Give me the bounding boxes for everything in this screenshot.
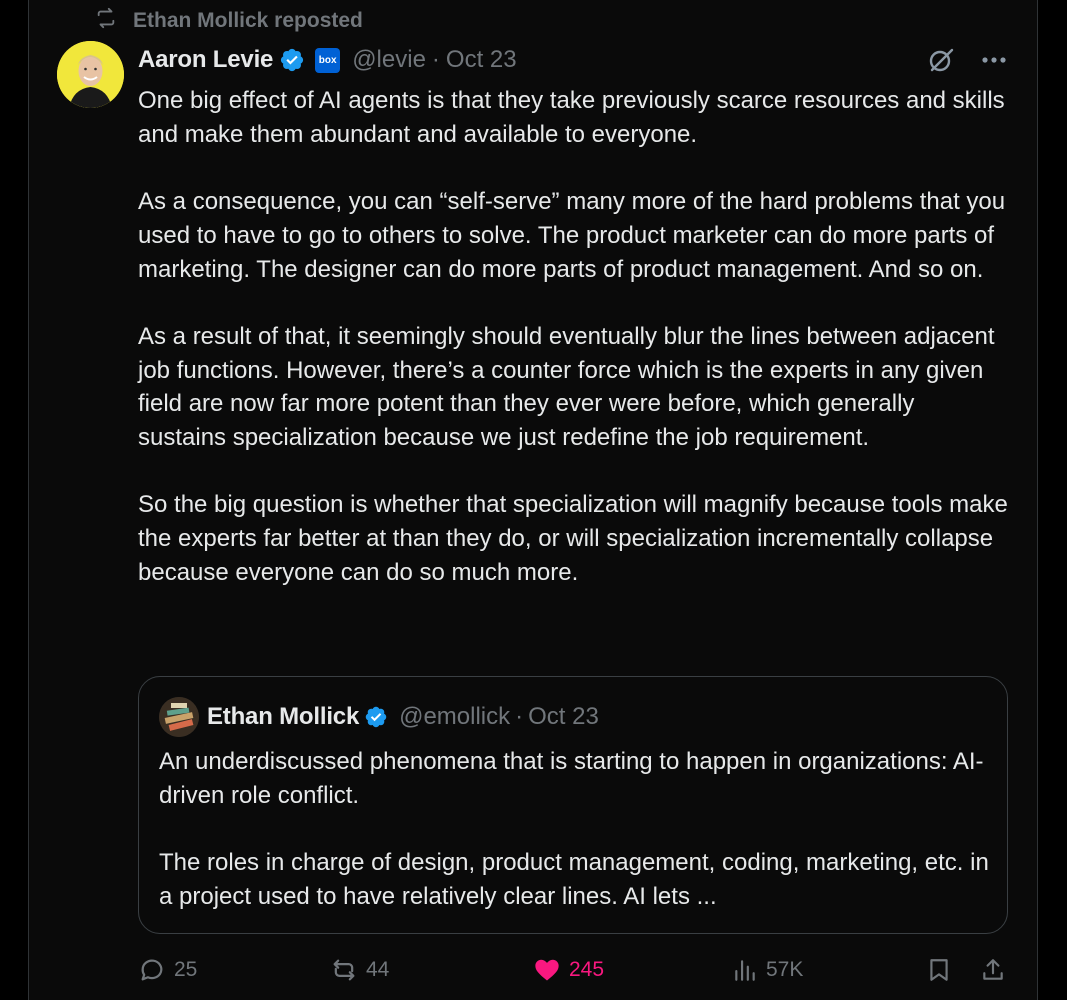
quoted-post-body: An underdiscussed phenomena that is star…	[159, 748, 989, 910]
separator-dot: ·	[431, 46, 440, 73]
post-date[interactable]: Oct 23	[446, 46, 517, 74]
reply-count: 25	[174, 958, 198, 981]
reply-icon	[138, 956, 166, 984]
quoted-author-avatar[interactable]	[159, 697, 199, 737]
bookmark-icon	[926, 956, 952, 984]
quoted-post-header: Ethan Mollick @emollick · Oct 23	[207, 701, 599, 733]
reply-button[interactable]: 25	[138, 956, 197, 984]
action-bar: 25 44 245 57K	[138, 952, 1008, 992]
verified-icon[interactable]	[279, 47, 305, 73]
author-name[interactable]: Aaron Levie	[138, 46, 273, 74]
post-header: Aaron Levie box @levie · Oct 23	[138, 44, 517, 76]
bookmark-button[interactable]	[926, 956, 952, 984]
repost-label: Ethan Mollick reposted	[133, 9, 363, 32]
like-count: 245	[569, 958, 605, 981]
repost-icon	[95, 7, 117, 35]
views-button[interactable]: 57K	[732, 956, 803, 984]
like-button[interactable]: 245	[533, 956, 604, 984]
affiliate-badge[interactable]: box	[315, 47, 341, 73]
author-avatar[interactable]	[57, 41, 124, 108]
quoted-author-name[interactable]: Ethan Mollick	[207, 703, 359, 731]
repost-button[interactable]: 44	[330, 956, 389, 984]
repost-icon	[330, 956, 358, 984]
share-icon	[980, 956, 1006, 984]
post-body: One big effect of AI agents is that they…	[138, 87, 1008, 586]
quoted-post[interactable]: Ethan Mollick @emollick · Oct 23 An unde…	[138, 676, 1008, 934]
heart-icon	[533, 956, 561, 984]
repost-count: 44	[366, 958, 390, 981]
post-top-actions	[927, 46, 1007, 74]
share-button[interactable]	[980, 956, 1006, 984]
grok-icon[interactable]	[927, 46, 955, 74]
quoted-author-handle[interactable]: @emollick	[399, 703, 510, 731]
separator-dot: ·	[515, 703, 524, 730]
repost-indicator[interactable]: Ethan Mollick reposted	[95, 7, 363, 35]
views-count: 57K	[766, 958, 804, 981]
views-icon	[732, 956, 758, 984]
quoted-post-date[interactable]: Oct 23	[528, 703, 599, 731]
verified-icon[interactable]	[364, 705, 388, 729]
author-handle[interactable]: @levie	[352, 46, 426, 74]
more-icon[interactable]	[981, 56, 1007, 64]
